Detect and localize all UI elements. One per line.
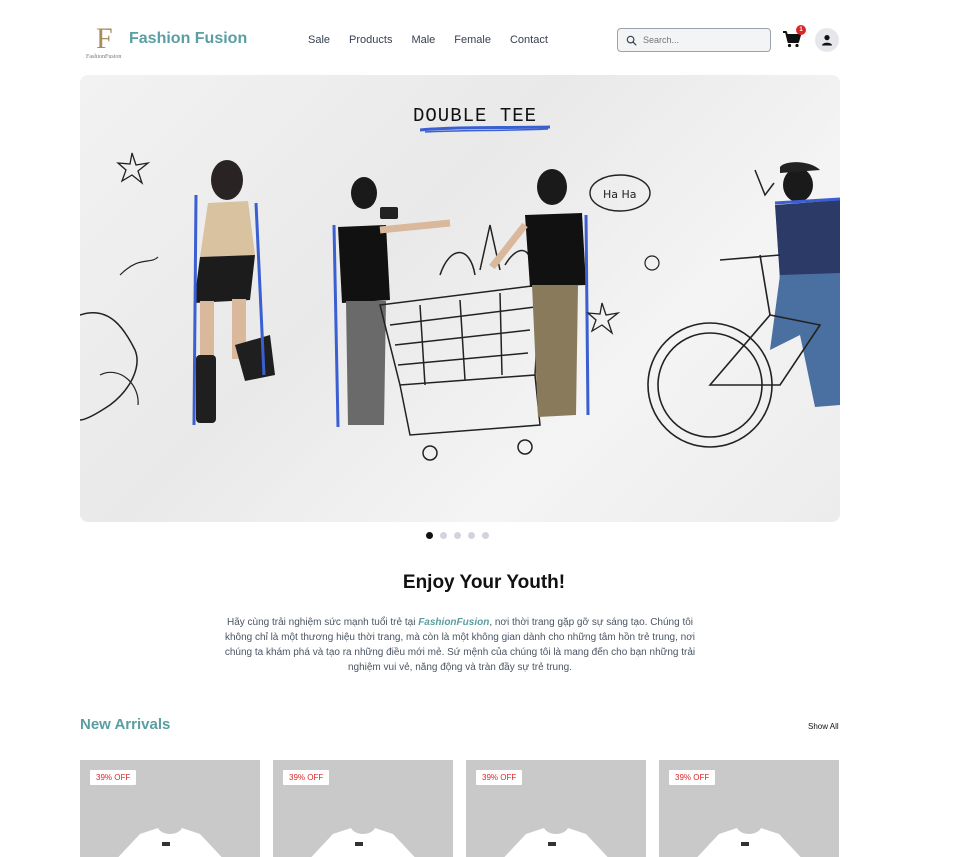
tshirt-image xyxy=(311,828,415,857)
hero-banner[interactable]: Ha Ha DOUBLE TEE xyxy=(80,75,840,522)
logo[interactable]: F FashionFusion xyxy=(86,24,126,62)
search-input[interactable] xyxy=(643,35,753,45)
product-grid: 39% OFF 39% OFF 39% OFF 39% OFF xyxy=(80,760,840,857)
new-arrivals-title: New Arrivals xyxy=(80,716,171,733)
discount-badge: 39% OFF xyxy=(283,770,330,785)
intro-title: Enjoy Your Youth! xyxy=(402,572,566,593)
banner-title-underline xyxy=(420,125,550,133)
intro-paragraph: Hãy cùng trải nghiệm sức mạnh tuổi trẻ t… xyxy=(220,615,700,675)
product-card[interactable]: 39% OFF xyxy=(466,760,646,857)
cart-button[interactable]: 1 xyxy=(782,25,806,51)
hero-illustration: Ha Ha xyxy=(80,152,840,461)
tshirt-image xyxy=(697,828,801,857)
cart-count-badge: 1 xyxy=(796,25,806,35)
search-icon xyxy=(626,35,637,45)
logo-small-text: FashionFusion xyxy=(86,54,122,60)
carousel-dots xyxy=(426,532,489,539)
show-all-link[interactable]: Show All xyxy=(808,722,839,731)
nav-male[interactable]: Male xyxy=(411,34,435,46)
brand-name[interactable]: Fashion Fusion xyxy=(129,30,247,48)
model-3 xyxy=(489,169,590,417)
model-1 xyxy=(192,160,275,426)
intro-text-start: Hãy cùng trải nghiệm sức mạnh tuổi trẻ t… xyxy=(226,617,419,628)
user-button[interactable] xyxy=(815,28,839,52)
discount-badge: 39% OFF xyxy=(90,770,137,785)
nav-contact[interactable]: Contact xyxy=(510,34,548,46)
nav-female[interactable]: Female xyxy=(454,34,491,46)
logo-mark: F xyxy=(96,22,113,55)
site-header: F FashionFusion Fashion Fusion Sale Prod… xyxy=(80,18,840,62)
tshirt-image xyxy=(118,828,222,857)
nav-sale[interactable]: Sale xyxy=(308,34,330,46)
banner-title: DOUBLE TEE xyxy=(413,105,538,127)
search-box[interactable] xyxy=(617,28,771,52)
carousel-dot-1[interactable] xyxy=(426,532,433,539)
model-4 xyxy=(770,162,840,407)
nav-products[interactable]: Products xyxy=(349,34,392,46)
user-icon xyxy=(822,35,832,46)
intro-brand-name: FashionFusion xyxy=(418,617,490,628)
model-2 xyxy=(332,177,451,428)
carousel-dot-4[interactable] xyxy=(468,532,475,539)
discount-badge: 39% OFF xyxy=(476,770,523,785)
discount-badge: 39% OFF xyxy=(669,770,716,785)
product-card[interactable]: 39% OFF xyxy=(80,760,260,857)
product-card[interactable]: 39% OFF xyxy=(659,760,839,857)
carousel-dot-2[interactable] xyxy=(440,532,447,539)
main-nav: Sale Products Male Female Contact xyxy=(308,34,567,46)
product-card[interactable]: 39% OFF xyxy=(273,760,453,857)
speech-bubble-text: Ha Ha xyxy=(603,188,637,201)
tshirt-image xyxy=(504,828,608,857)
carousel-dot-5[interactable] xyxy=(482,532,489,539)
carousel-dot-3[interactable] xyxy=(454,532,461,539)
